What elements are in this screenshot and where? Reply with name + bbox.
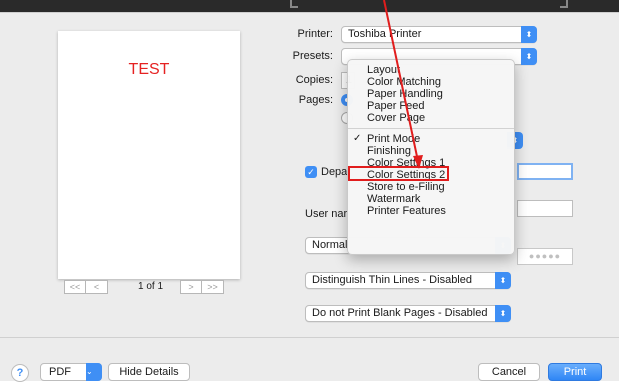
menu-item-store-to-e-filing[interactable]: Store to e-Filing	[348, 181, 514, 193]
blank-pages-popup-arrow-icon: ⬍	[495, 305, 511, 322]
department-code-field[interactable]	[517, 163, 573, 180]
menu-item-printer-features[interactable]: Printer Features	[348, 205, 514, 217]
top-bar	[0, 0, 619, 12]
copies-label: Copies:	[295, 74, 333, 86]
last-page-button[interactable]: >>	[202, 280, 224, 294]
pdf-dropdown-arrow-icon: ⌄	[86, 363, 102, 381]
menu-item-paper-handling[interactable]: Paper Handling	[348, 88, 514, 100]
user-name-field[interactable]	[517, 200, 573, 217]
menu-item-finishing[interactable]: Finishing	[348, 145, 514, 157]
pager-left: << <	[64, 279, 108, 295]
thin-lines-select[interactable]: Distinguish Thin Lines - Disabled ⬍	[305, 272, 511, 289]
first-page-button[interactable]: <<	[64, 280, 86, 294]
menu-item-cover-page[interactable]: Cover Page	[348, 112, 514, 124]
hide-details-button[interactable]: Hide Details	[108, 363, 190, 381]
pdf-button[interactable]: PDF ⌄	[40, 363, 102, 381]
next-page-button[interactable]: >	[180, 280, 202, 294]
menu-item-color-matching[interactable]: Color Matching	[348, 76, 514, 88]
page-indicator: 1 of 1	[138, 281, 164, 292]
pages-label: Pages:	[298, 94, 333, 106]
checkmark-icon: ✓	[353, 133, 362, 144]
thin-lines-popup-arrow-icon: ⬍	[495, 272, 511, 289]
cancel-button[interactable]: Cancel	[478, 363, 540, 381]
top-bracket-right	[560, 0, 568, 8]
preview-page: TEST	[58, 31, 240, 279]
preview-page-text: TEST	[128, 61, 170, 78]
menu-item-watermark[interactable]: Watermark	[348, 193, 514, 205]
help-button[interactable]: ?	[11, 364, 29, 382]
menu-item-print-mode[interactable]: ✓ Print Mode	[348, 133, 514, 145]
menu-item-paper-feed[interactable]: Paper Feed	[348, 100, 514, 112]
printer-label: Printer:	[297, 28, 333, 40]
pdf-button-label: PDF	[49, 366, 71, 378]
password-field[interactable]: ●●●●●	[517, 248, 573, 265]
department-checkbox[interactable]: ✓	[305, 166, 317, 178]
thin-lines-select-value: Distinguish Thin Lines - Disabled	[312, 274, 472, 286]
presets-popup-arrow-icon: ⬍	[521, 48, 537, 65]
menu-separator	[348, 128, 514, 129]
presets-label: Presets:	[292, 50, 333, 62]
user-name-label: User nar	[305, 208, 348, 220]
panel-menu: Layout Color Matching Paper Handling Pap…	[347, 59, 515, 255]
pager-right: > >>	[180, 279, 224, 295]
print-dialog: TEST << < 1 of 1 > >> Printer: Toshiba P…	[0, 12, 619, 382]
highlight-box	[348, 166, 449, 181]
print-button[interactable]: Print	[548, 363, 602, 381]
bottom-separator	[0, 337, 619, 338]
blank-pages-select[interactable]: Do not Print Blank Pages - Disabled ⬍	[305, 305, 511, 322]
normal-select-value: Normal	[312, 239, 348, 251]
blank-pages-select-value: Do not Print Blank Pages - Disabled	[312, 307, 488, 319]
printer-select-value: Toshiba Printer	[348, 28, 422, 40]
previous-page-button[interactable]: <	[86, 280, 108, 294]
printer-popup-arrow-icon: ⬍	[521, 26, 537, 43]
menu-item-layout[interactable]: Layout	[348, 64, 514, 76]
top-bracket-left	[290, 0, 298, 8]
printer-select[interactable]: Toshiba Printer ⬍	[341, 26, 537, 43]
menu-item-print-mode-label: Print Mode	[367, 133, 421, 145]
